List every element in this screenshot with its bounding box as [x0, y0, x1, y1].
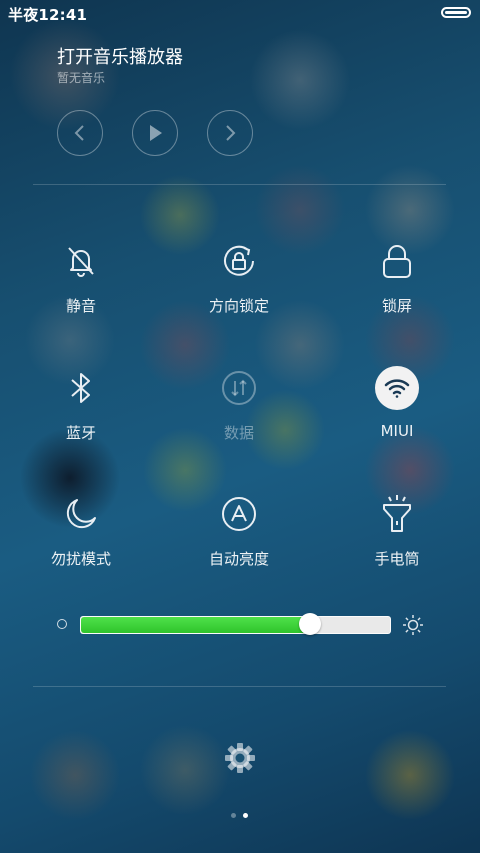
toggle-label: MIUI — [380, 422, 414, 440]
toggle-label: 数据 — [223, 424, 254, 442]
toggle-mobile-data[interactable]: 数据 — [179, 366, 299, 456]
page-dot-2-active[interactable] — [243, 813, 248, 818]
toggle-label: 蓝牙 — [65, 424, 96, 442]
divider — [33, 184, 446, 185]
bell-off-icon — [68, 247, 94, 277]
next-icon — [226, 125, 236, 141]
moon-icon — [66, 499, 96, 529]
status-time: 半夜12:41 — [8, 6, 88, 24]
wifi-icon — [384, 379, 410, 398]
settings-button[interactable] — [224, 742, 256, 778]
gear-icon — [225, 743, 255, 773]
toggle-wifi[interactable]: MIUI — [337, 366, 457, 456]
auto-brightness-icon — [222, 497, 256, 531]
toggle-label: 锁屏 — [381, 297, 412, 315]
divider — [33, 686, 446, 687]
toggle-label: 手电筒 — [374, 550, 420, 568]
brightness-fill — [81, 617, 310, 633]
toggle-label: 勿扰模式 — [50, 550, 111, 568]
brightness-low-icon — [57, 619, 67, 629]
toggle-label: 静音 — [65, 297, 96, 315]
brightness-high-icon — [403, 615, 423, 635]
toggle-silent[interactable]: 静音 — [21, 239, 141, 329]
toggle-rotation-lock[interactable]: 方向锁定 — [179, 239, 299, 329]
previous-icon — [74, 125, 84, 141]
bluetooth-icon — [71, 373, 90, 403]
next-button[interactable] — [207, 110, 253, 156]
lock-icon — [383, 245, 411, 278]
page-dot-1[interactable] — [231, 813, 236, 818]
previous-button[interactable] — [57, 110, 103, 156]
flashlight-icon — [383, 495, 411, 532]
music-player-title[interactable]: 打开音乐播放器 — [57, 43, 183, 69]
toggle-do-not-disturb[interactable]: 勿扰模式 — [21, 492, 141, 582]
toggle-flashlight[interactable]: 手电筒 — [337, 492, 457, 582]
play-button[interactable] — [132, 110, 178, 156]
rotation-lock-icon — [224, 245, 254, 276]
brightness-thumb[interactable] — [299, 613, 321, 635]
toggle-bluetooth[interactable]: 蓝牙 — [21, 366, 141, 456]
battery-full-icon — [441, 7, 471, 18]
toggle-label: 方向锁定 — [208, 297, 269, 315]
play-icon — [150, 125, 162, 141]
toggle-lock-screen[interactable]: 锁屏 — [337, 239, 457, 329]
toggle-label: 自动亮度 — [208, 550, 269, 568]
music-player-subtitle: 暂无音乐 — [57, 71, 106, 85]
mobile-data-icon — [222, 371, 256, 405]
toggle-auto-brightness[interactable]: 自动亮度 — [179, 492, 299, 582]
